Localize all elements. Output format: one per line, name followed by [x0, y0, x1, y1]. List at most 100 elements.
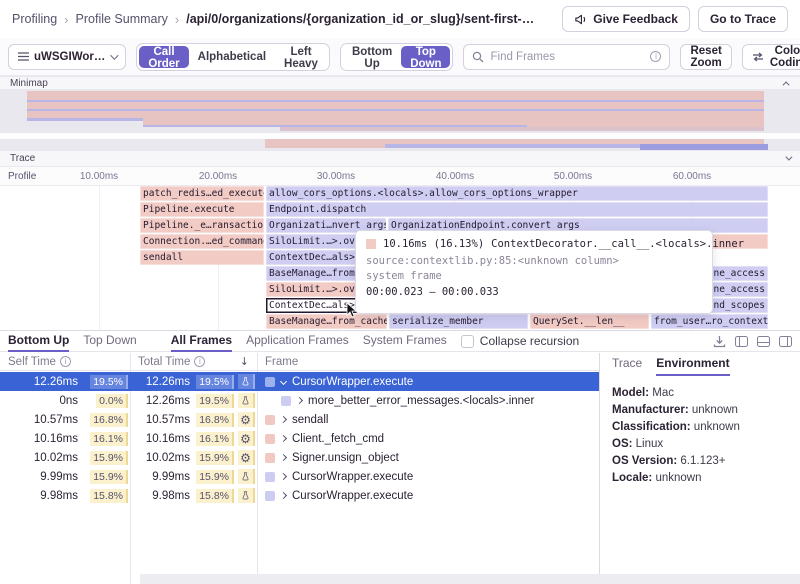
profile-label: Profile — [8, 171, 36, 182]
chevron-right-icon[interactable] — [280, 492, 287, 499]
flame-frame[interactable]: SiloLimit.…>.over — [266, 282, 358, 297]
chevron-right-icon[interactable] — [280, 416, 287, 423]
table-row[interactable]: 9.99ms15.9%9.99ms15.9%CursorWrapper.exec… — [0, 467, 599, 486]
chevron-right-icon[interactable] — [280, 473, 287, 480]
page-header: Profiling › Profile Summary › /api/0/org… — [0, 0, 800, 38]
minimap-block — [27, 91, 764, 121]
details-tabs: Trace Environment — [612, 353, 800, 376]
detail-field: Locale: unknown — [612, 470, 800, 487]
table-row[interactable]: 9.98ms15.8%9.98ms15.8%CursorWrapper.exec… — [0, 486, 599, 505]
sort-option-alphabetical[interactable]: Alphabetical — [189, 46, 275, 68]
details-tab-trace[interactable]: Trace — [612, 353, 642, 376]
chevron-right-icon[interactable] — [280, 454, 287, 461]
time-ruler: Profile 10.00ms20.00ms30.00ms40.00ms50.0… — [0, 167, 800, 186]
table-row[interactable]: 12.26ms19.5%12.26ms19.5%CursorWrapper.ex… — [0, 372, 599, 391]
frame-color-swatch — [265, 377, 275, 387]
total-time-percent: 19.5% — [196, 376, 236, 388]
thread-selector[interactable]: uWSGIWor… — [8, 44, 126, 70]
trace-header[interactable]: Trace — [0, 150, 800, 167]
frame-name-cell[interactable]: more_better_error_messages.<locals>.inne… — [257, 395, 599, 407]
give-feedback-button[interactable]: Give Feedback — [562, 6, 690, 32]
flame-frame[interactable]: QuerySet.__len__ — [530, 314, 649, 329]
frame-name-cell[interactable]: Client._fetch_cmd — [257, 433, 599, 445]
tab-bottom-up[interactable]: Bottom Up — [8, 331, 69, 352]
table-row[interactable]: 0ns0.0%12.26ms19.5%more_better_error_mes… — [0, 391, 599, 410]
chevron-right-icon[interactable] — [280, 435, 287, 442]
chevron-right-icon[interactable] — [296, 397, 303, 404]
total-time-header[interactable]: Total Timei ↓ — [130, 355, 257, 368]
breadcrumb-profiling[interactable]: Profiling — [12, 12, 57, 26]
horizontal-scrollbar[interactable] — [140, 574, 800, 584]
frame-name-cell[interactable]: CursorWrapper.execute — [257, 376, 599, 388]
flame-frame[interactable]: BaseManage…from_cache — [266, 314, 387, 329]
find-frames-search[interactable]: i — [463, 44, 670, 70]
tab-all-frames[interactable]: All Frames — [171, 331, 232, 352]
layout-left-icon[interactable] — [735, 336, 748, 347]
self-time-header[interactable]: Self Timei — [0, 356, 130, 368]
go-to-trace-button[interactable]: Go to Trace — [698, 6, 788, 32]
flame-frame[interactable]: from_user…ro_context — [651, 314, 768, 329]
flame-frame[interactable]: allow_cors_options.<locals>.allow_cors_o… — [266, 186, 768, 201]
direction-option-bottom-up[interactable]: Bottom Up — [343, 46, 401, 68]
total-time-percent: 16.8% — [196, 414, 236, 426]
download-icon[interactable] — [713, 335, 726, 348]
flame-frame[interactable]: BaseManage…from_c — [266, 266, 358, 281]
frame-header[interactable]: Frame — [257, 356, 599, 368]
minimap-header[interactable]: Minimap — [0, 76, 800, 90]
layout-right-icon[interactable] — [779, 336, 792, 347]
table-row[interactable]: 10.02ms15.9%10.02ms15.9%⚙Signer.unsign_o… — [0, 448, 599, 467]
total-time-percent: 15.9% — [196, 452, 236, 464]
tooltip-duration: 10.16ms (16.13%) — [383, 238, 484, 250]
flame-frame[interactable]: serialize_member — [389, 314, 528, 329]
details-tab-environment[interactable]: Environment — [656, 353, 729, 376]
table-row[interactable]: 10.57ms16.8%10.57ms16.8%⚙sendall — [0, 410, 599, 429]
gear-icon: ⚙ — [236, 450, 257, 465]
breadcrumb-profile-summary[interactable]: Profile Summary — [76, 12, 168, 26]
color-coding-button[interactable]: Color Coding — [742, 44, 800, 70]
tab-system-frames[interactable]: System Frames — [363, 331, 447, 352]
frame-name-cell[interactable]: CursorWrapper.execute — [257, 490, 599, 502]
flamegraph-canvas[interactable]: patch_redis…ed_executeallow_cors_options… — [0, 186, 800, 330]
direction-option-top-down[interactable]: Top Down — [401, 46, 450, 68]
flame-frame[interactable]: ContextDec…als>.i — [266, 298, 358, 313]
detail-field: Manufacturer: unknown — [612, 402, 800, 419]
flame-frame[interactable]: Pipeline._e…ransaction — [140, 218, 264, 233]
frame-tooltip: 10.16ms (16.13%) ContextDecorator.__call… — [355, 230, 713, 314]
reset-zoom-button[interactable]: Reset Zoom — [680, 44, 731, 70]
flame-frame[interactable]: Pipeline.execute — [140, 202, 264, 217]
flame-frame[interactable]: sendall — [140, 250, 264, 265]
chevron-down-icon[interactable] — [785, 154, 792, 161]
tab-top-down[interactable]: Top Down — [83, 331, 136, 352]
flame-frame[interactable]: Endpoint.dispatch — [266, 202, 768, 217]
frame-name-cell[interactable]: Signer.unsign_object — [257, 452, 599, 464]
sort-option-left-heavy[interactable]: Left Heavy — [275, 46, 327, 68]
self-time-value: 9.98ms — [0, 490, 84, 502]
total-time-percent: 15.9% — [196, 471, 236, 483]
info-icon: i — [194, 356, 205, 367]
frame-color-swatch — [366, 239, 376, 249]
flame-frame[interactable]: ContextDec…als>.i — [266, 250, 358, 265]
minimap-canvas[interactable] — [0, 90, 800, 150]
detail-field: Classification: unknown — [612, 419, 800, 436]
flame-frame[interactable]: Connection.…ed_command — [140, 234, 264, 249]
chevron-down-icon[interactable] — [280, 378, 287, 385]
checkbox-icon[interactable] — [461, 335, 474, 348]
frame-name-cell[interactable]: CursorWrapper.execute — [257, 471, 599, 483]
sort-descending-icon[interactable]: ↓ — [240, 355, 249, 368]
layout-bottom-icon[interactable] — [757, 336, 770, 347]
total-time-percent: 15.8% — [196, 490, 236, 502]
self-time-percent: 15.8% — [84, 490, 130, 502]
details-panel: Trace Environment Model: MacManufacturer:… — [612, 353, 800, 584]
environment-fields: Model: MacManufacturer: unknownClassific… — [612, 385, 800, 487]
chevron-up-icon[interactable] — [783, 81, 790, 88]
total-time-value: 9.99ms — [130, 471, 196, 483]
flame-frame[interactable]: patch_redis…ed_execute — [140, 186, 264, 201]
search-input[interactable] — [490, 51, 644, 63]
collapse-recursion-toggle[interactable]: Collapse recursion — [461, 334, 579, 348]
panel-divider[interactable] — [599, 353, 600, 584]
sort-option-call-order[interactable]: Call Order — [139, 46, 188, 68]
tab-application-frames[interactable]: Application Frames — [246, 331, 349, 352]
table-row[interactable]: 10.16ms16.1%10.16ms16.1%⚙Client._fetch_c… — [0, 429, 599, 448]
total-time-value: 9.98ms — [130, 490, 196, 502]
frame-name-cell[interactable]: sendall — [257, 414, 599, 426]
